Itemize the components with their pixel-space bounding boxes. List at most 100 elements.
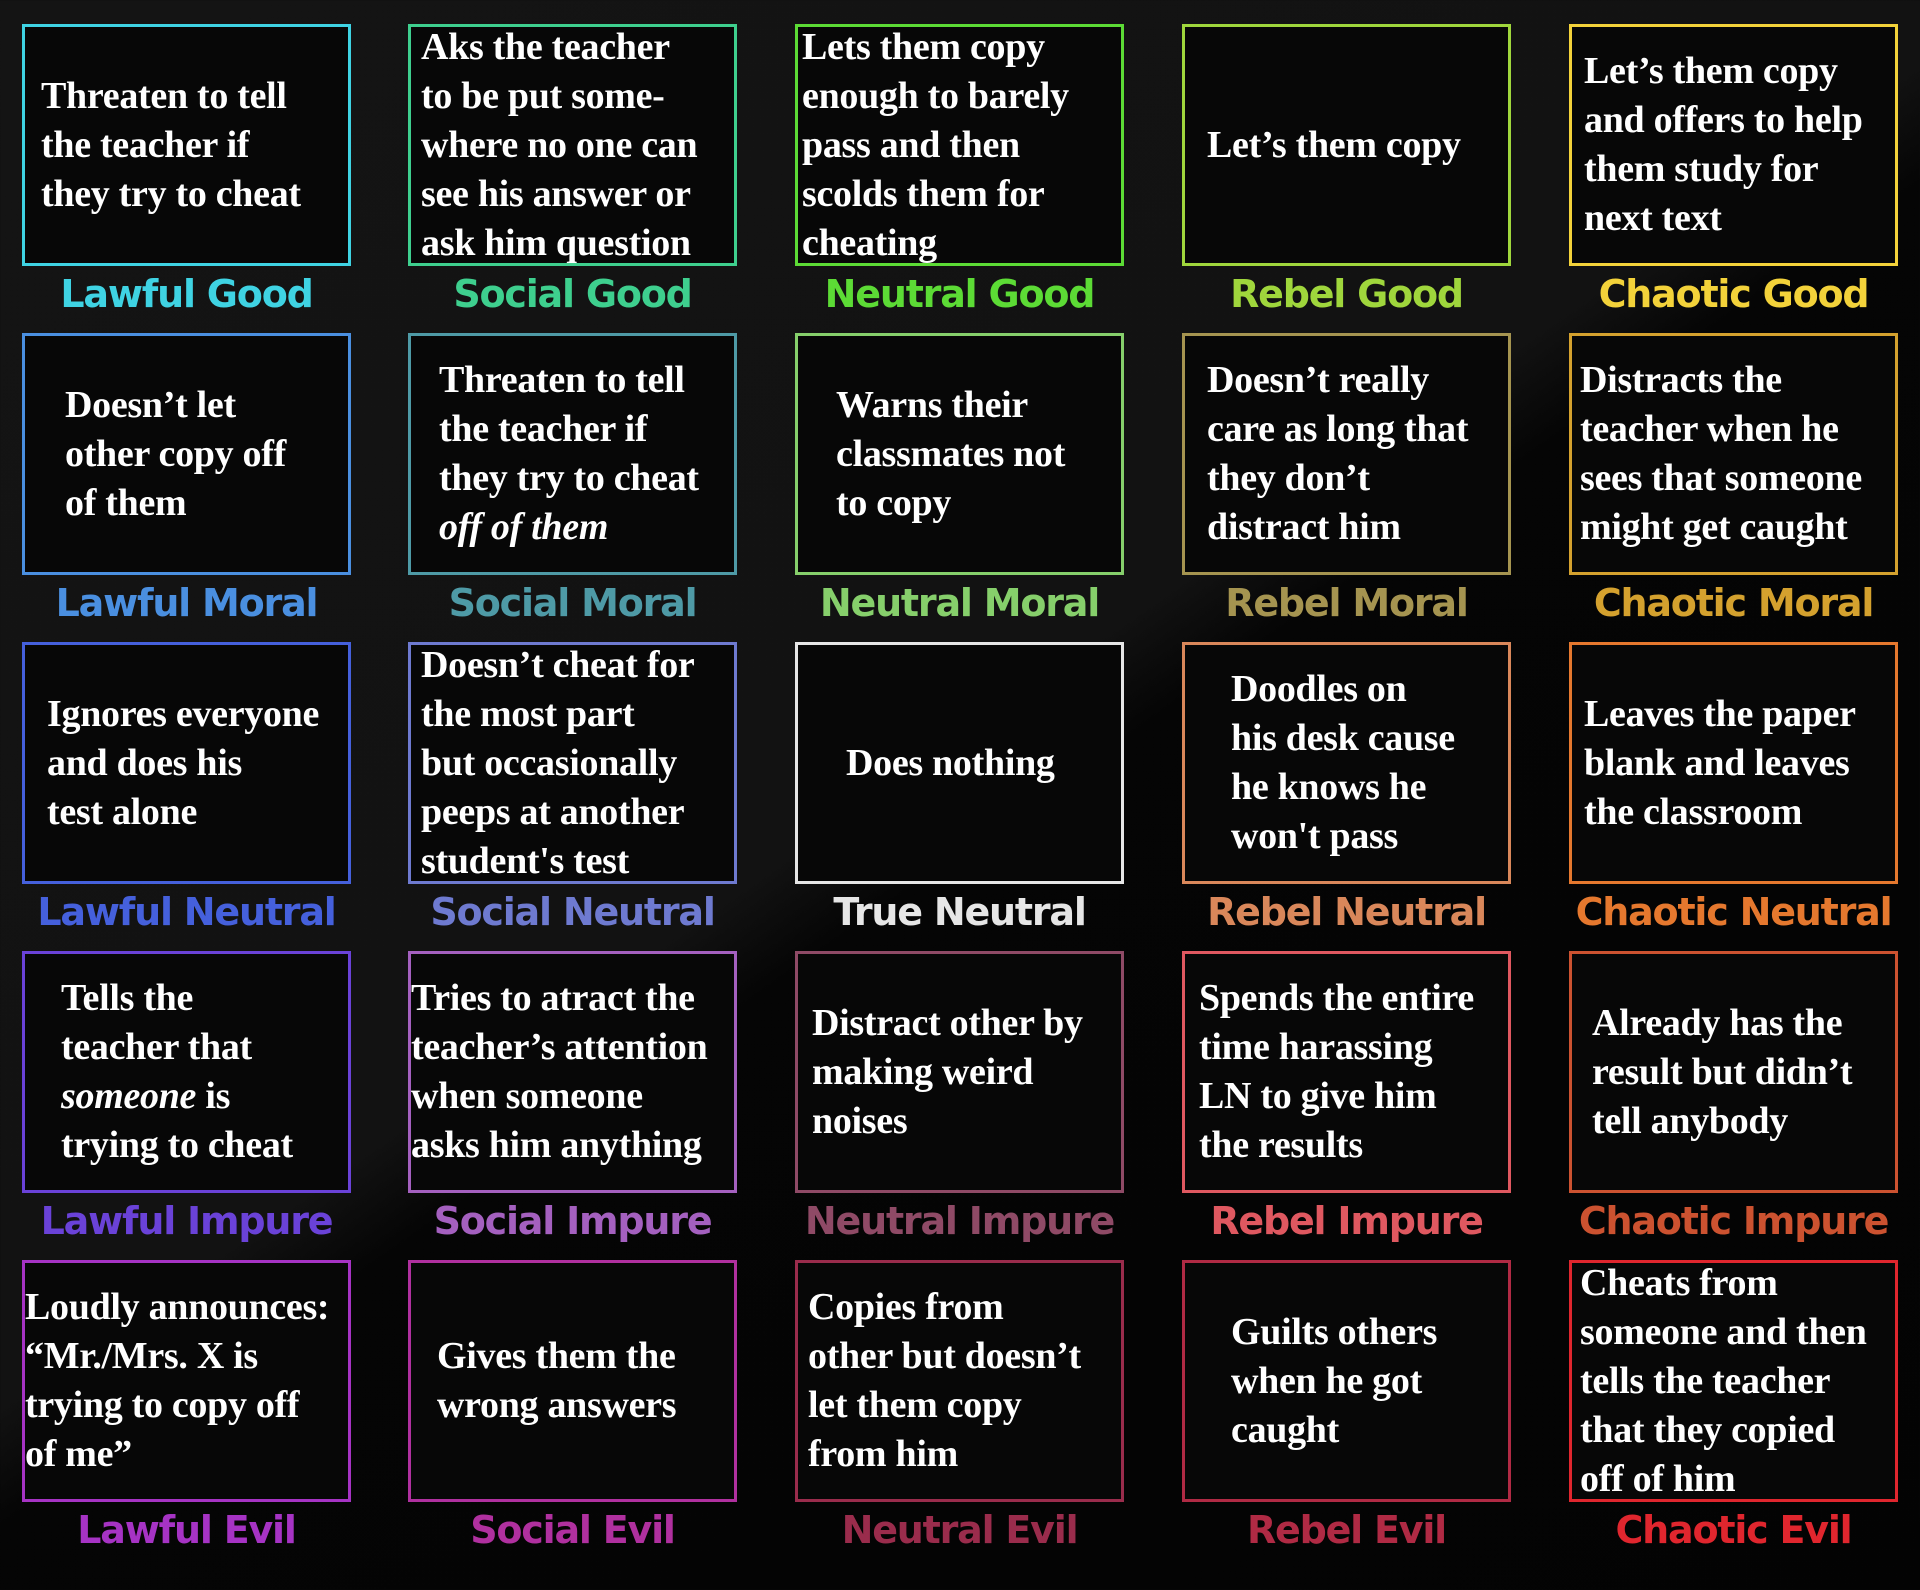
description-text: Cheats from someone and then tells the tea… (1580, 1263, 1883, 1500)
description-line: ask him question (421, 221, 691, 264)
description-box: Does nothing (795, 642, 1124, 884)
description-line: Aks the teacher (421, 25, 670, 68)
description-box: Already has the result but didn’t tell any… (1569, 951, 1898, 1193)
description-box: Loudly announces: “Mr./Mrs. X is trying to… (22, 1260, 351, 1502)
description-line: Doesn’t let (65, 383, 236, 426)
description-text: Warns their classmates not to copy (836, 381, 1109, 528)
description-box: Lets them copy enough to barely pass and t… (795, 24, 1124, 266)
description-line: Distracts the (1580, 359, 1782, 401)
description-line: he knows he (1231, 766, 1427, 808)
alignment-label: Neutral Evil (841, 1508, 1079, 1552)
description-box: Doesn’t let other copy off of them (22, 333, 351, 575)
description-line: result but didn’t (1592, 1050, 1853, 1093)
alignment-label: Rebel Impure (1210, 1199, 1484, 1243)
alignment-label: Rebel Neutral (1207, 890, 1487, 934)
description-box: Let’s them copy and offers to help them st… (1569, 24, 1898, 266)
description-box: Tries to atract the teacher’s attention wh… (408, 951, 737, 1193)
description-text: Let’s them copy (1207, 121, 1496, 170)
description-line: asks him anything (411, 1124, 702, 1166)
description-text: Aks the teacher to be put some-where no o… (421, 25, 722, 264)
alignment-label: Rebel Evil (1246, 1508, 1447, 1552)
alignment-label: Rebel Moral (1225, 581, 1469, 625)
description-line: from him (808, 1433, 958, 1475)
description-line: and does his (47, 741, 242, 784)
description-line: might get caught (1580, 506, 1848, 548)
description-line: they don’t (1207, 457, 1370, 499)
description-line: teacher when he (1580, 408, 1839, 450)
alignment-label: Lawful Good (60, 272, 313, 316)
description-line: see his answer or (421, 172, 691, 215)
description-line: Doesn’t really (1207, 359, 1430, 401)
description-line: LN to give him (1199, 1075, 1437, 1117)
alignment-label: Lawful Neutral (37, 890, 336, 934)
alignment-label: Social Good (453, 272, 693, 316)
description-line: caught (1231, 1408, 1339, 1451)
alignment-label: Neutral Moral (819, 581, 1100, 625)
description-box: Let’s them copy (1182, 24, 1511, 266)
description-line: wrong answers (437, 1384, 677, 1426)
description-line: Loudly announces: (25, 1286, 330, 1328)
description-text: Leaves the paper blank and leaves the clas… (1584, 690, 1883, 837)
description-line: next text (1584, 197, 1722, 239)
description-line: off of him (1580, 1457, 1736, 1500)
description-line: noises (812, 1099, 908, 1142)
description-line: distract him (1207, 506, 1401, 548)
description-box: Copies from other but doesn’t let them cop… (795, 1260, 1124, 1502)
description-line: Gives them the (437, 1335, 676, 1377)
description-text: Already has the result but didn’t tell any… (1592, 999, 1883, 1146)
description-line: of them (65, 481, 187, 524)
description-line: Tries to atract the (411, 977, 695, 1019)
description-line: Let’s them copy (1584, 50, 1838, 92)
alignment-label: Neutral Impure (804, 1199, 1115, 1243)
description-line: let them copy (808, 1384, 1022, 1426)
description-text: Doesn’t let other copy off of them (65, 381, 336, 528)
description-text: Doodles on his desk cause he knows he won't… (1231, 665, 1496, 861)
description-line: Threaten to tell (439, 359, 685, 401)
description-line: other but doesn’t (808, 1335, 1081, 1377)
description-line: off of them (439, 506, 609, 548)
description-line: of me” (25, 1433, 132, 1475)
alignment-label: Lawful Moral (55, 581, 319, 625)
description-line: Threaten to tell (41, 74, 287, 117)
description-line: that they copied (1580, 1408, 1835, 1451)
description-text: Spends the entire time harassing LN to giv… (1199, 974, 1496, 1170)
description-box: Spends the entire time harassing LN to giv… (1182, 951, 1511, 1193)
description-line: peeps at another (421, 790, 685, 833)
description-line: trying to copy off (25, 1384, 300, 1426)
alignment-label: Chaotic Neutral (1575, 890, 1893, 934)
description-line: teacher that (61, 1026, 252, 1068)
description-line: they try to cheat (41, 172, 301, 215)
description-line: classmates not (836, 432, 1066, 475)
description-text: Let’s them copy and offers to help them st… (1584, 47, 1883, 243)
description-text: Does nothing (846, 739, 1109, 788)
description-text: Ignores everyone and does his test alone (47, 690, 336, 837)
description-text: Distract other by making weird noises (812, 999, 1109, 1146)
description-line: to copy (836, 481, 952, 524)
description-text: Guilts others when he got caught (1231, 1308, 1496, 1455)
description-line: scolds them for (802, 172, 1045, 215)
description-line: and offers to help (1584, 99, 1863, 141)
description-line: his desk cause (1231, 717, 1455, 759)
description-line: blank and leaves (1584, 741, 1850, 784)
description-line: Spends the entire (1199, 977, 1475, 1019)
description-text: Threaten to tell the teacher if they try t… (41, 72, 336, 219)
description-box: Threaten to tell the teacher if they try t… (408, 333, 737, 575)
description-text: Tells the teacher that someone is trying to… (61, 974, 336, 1170)
alignment-label: Chaotic Impure (1578, 1199, 1890, 1243)
description-box: Warns their classmates not to copy (795, 333, 1124, 575)
description-text: Loudly announces: “Mr./Mrs. X is trying to… (25, 1283, 336, 1479)
description-text: Doesn’t really care as long that they don’… (1207, 356, 1496, 552)
alignment-label: Chaotic Good (1598, 272, 1870, 316)
description-line: them study for (1584, 148, 1819, 190)
description-text: Threaten to tell the teacher if they try t… (439, 356, 722, 552)
description-line: Copies from (808, 1286, 1004, 1328)
alignment-chart-grid: Threaten to tell the teacher if they try t… (0, 0, 1920, 1590)
description-box: Tells the teacher that someone is trying to… (22, 951, 351, 1193)
description-line: time harassing (1199, 1026, 1433, 1068)
description-line: the most part (421, 692, 635, 735)
description-line: but occasionally (421, 741, 677, 784)
description-line: Tells the (61, 977, 194, 1019)
description-line: the classroom (1584, 790, 1803, 833)
description-line: test alone (47, 790, 198, 833)
description-box: Distract other by making weird noises (795, 951, 1124, 1193)
